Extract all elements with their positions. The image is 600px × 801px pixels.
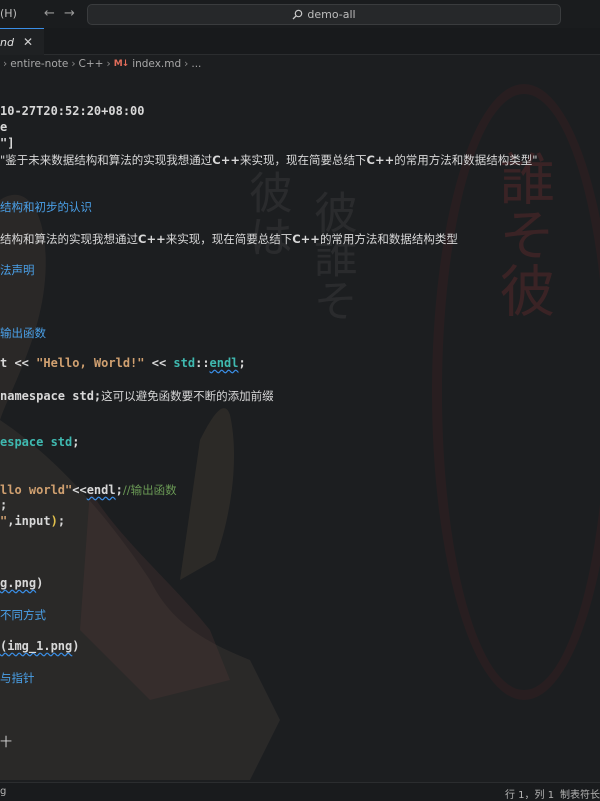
breadcrumb-item-index-md[interactable]: index.md bbox=[132, 58, 181, 70]
title-bar: (H) ← → demo-all bbox=[0, 0, 600, 29]
tab-size-indicator[interactable]: 制表符长 bbox=[560, 786, 600, 801]
help-menu[interactable]: (H) bbox=[0, 7, 17, 20]
breadcrumb-item-cpp[interactable]: C++ bbox=[79, 58, 104, 70]
tab-index-md[interactable]: nd ✕ bbox=[0, 28, 44, 55]
close-icon[interactable]: ✕ bbox=[23, 35, 33, 49]
markdown-file-icon: M↓ bbox=[113, 59, 129, 69]
code-line: 10-27T20:52:20+08:00 bbox=[0, 104, 145, 118]
markdown-heading: 与指针 bbox=[0, 671, 35, 685]
tab-label: nd bbox=[0, 35, 14, 49]
markdown-heading: 不同方式 bbox=[0, 608, 46, 622]
status-left-item[interactable]: g bbox=[0, 786, 6, 797]
cursor-position[interactable]: 行 1，列 1 bbox=[505, 786, 554, 801]
code-line: "] bbox=[0, 136, 15, 150]
code-line: 十 bbox=[0, 735, 13, 749]
back-arrow-icon[interactable]: ← bbox=[44, 6, 55, 21]
command-center-search[interactable]: demo-all bbox=[87, 4, 561, 25]
breadcrumb-separator: › bbox=[71, 58, 76, 70]
markdown-heading: 输出函数 bbox=[0, 326, 46, 340]
search-icon bbox=[292, 9, 303, 20]
code-line: ; bbox=[0, 498, 8, 512]
tab-bar: nd ✕ bbox=[0, 28, 600, 55]
markdown-heading: 结构和初步的认识 bbox=[0, 200, 92, 214]
breadcrumb-separator: › bbox=[3, 58, 8, 70]
markdown-heading: 法声明 bbox=[0, 263, 35, 277]
breadcrumb-item-more[interactable]: ... bbox=[191, 58, 201, 70]
code-line: t << "Hello, World!" << std::endl; bbox=[0, 356, 246, 370]
code-line: (img_1.png) bbox=[0, 639, 80, 653]
code-line: ",input); bbox=[0, 514, 66, 528]
breadcrumb-separator: › bbox=[184, 58, 189, 70]
status-bar: g 行 1，列 1 制表符长 bbox=[0, 782, 600, 801]
editor-content[interactable]: 10-27T20:52:20+08:00 e "] "鉴于未来数据结构和算法的实… bbox=[0, 96, 600, 776]
code-line: e bbox=[0, 120, 8, 134]
code-line: llo world"<<endl;//输出函数 bbox=[0, 483, 177, 497]
code-line: espace std; bbox=[0, 435, 80, 449]
code-line: namespace std;这可以避免函数要不断的添加前缀 bbox=[0, 389, 274, 403]
breadcrumb-item-entire-note[interactable]: entire-note bbox=[10, 58, 68, 70]
breadcrumb: › entire-note › C++ › M↓ index.md › ... bbox=[0, 54, 600, 74]
search-text: demo-all bbox=[307, 8, 356, 21]
code-line: "鉴于未来数据结构和算法的实现我想通过C++来实现，现在简要总结下C++的常用方… bbox=[0, 153, 538, 167]
code-line: 结构和算法的实现我想通过C++来实现，现在简要总结下C++的常用方法和数据结构类… bbox=[0, 232, 458, 246]
forward-arrow-icon[interactable]: → bbox=[64, 6, 75, 21]
code-line: g.png) bbox=[0, 576, 44, 590]
breadcrumb-separator: › bbox=[106, 58, 111, 70]
